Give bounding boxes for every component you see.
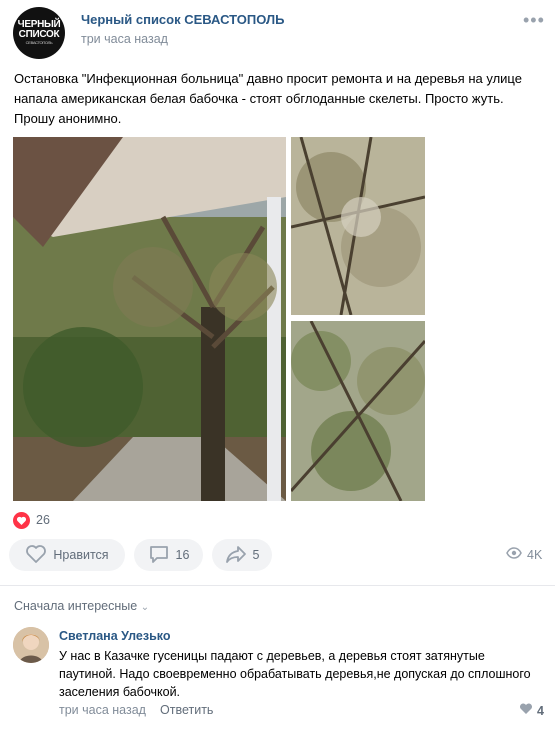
- more-horizontal-icon[interactable]: •••: [523, 10, 545, 31]
- avatar-text-line3: СЕВАСТОПОЛЬ: [25, 40, 53, 45]
- tree-leaves-photo[interactable]: [291, 321, 425, 501]
- reply-button[interactable]: Ответить: [160, 703, 213, 717]
- likes-count[interactable]: 26: [36, 513, 50, 527]
- comment-like-button[interactable]: 4: [519, 703, 544, 718]
- avatar-text-line2: СПИСОК: [18, 29, 60, 40]
- share-icon: [225, 544, 247, 567]
- like-heart-icon[interactable]: [13, 512, 30, 529]
- sort-label: Сначала интересные: [14, 599, 138, 613]
- comment-text: У нас в Казачке гусеницы падают с деревь…: [59, 649, 531, 699]
- heart-outline-icon: [25, 544, 47, 567]
- chevron-down-icon: ⌄: [140, 602, 150, 613]
- share-button[interactable]: 5: [212, 539, 272, 571]
- comment-time[interactable]: три часа назад: [59, 703, 146, 717]
- comments-sort-dropdown[interactable]: Сначала интересные ⌄: [14, 599, 149, 613]
- post-time[interactable]: три часа назад: [81, 32, 168, 46]
- share-count: 5: [252, 548, 260, 562]
- like-button[interactable]: Нравится: [9, 539, 125, 571]
- comment-count: 16: [175, 548, 190, 562]
- group-name-link[interactable]: Черный список СЕВАСТОПОЛЬ: [81, 12, 284, 27]
- bus-stop-tree-photo[interactable]: [13, 137, 286, 501]
- like-button-label: Нравится: [53, 548, 109, 562]
- group-avatar[interactable]: ЧЕРНЫЙ СПИСОК СЕВАСТОПОЛЬ: [13, 7, 65, 59]
- post-text: Остановка "Инфекционная больница" давно …: [14, 71, 522, 126]
- comment-author-avatar[interactable]: [13, 627, 49, 663]
- comment-icon: [148, 544, 170, 567]
- comment-like-count: 4: [537, 703, 544, 718]
- tree-branches-closeup-photo[interactable]: [291, 137, 425, 315]
- divider: [0, 585, 555, 586]
- views-count: 4K: [527, 547, 543, 562]
- views-counter: 4K: [506, 547, 542, 562]
- heart-icon: [519, 703, 533, 718]
- eye-icon: [506, 547, 522, 562]
- comment-button[interactable]: 16: [134, 539, 203, 571]
- comment-author-name[interactable]: Светлана Улезько: [59, 629, 171, 643]
